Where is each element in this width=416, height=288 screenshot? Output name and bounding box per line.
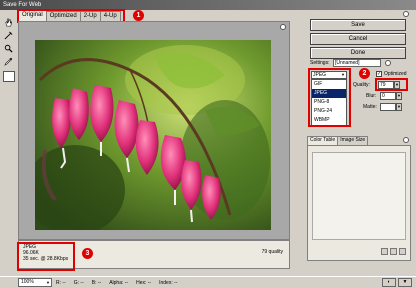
status-red: R: -- — [56, 279, 66, 286]
callout-2: 2 — [359, 68, 370, 79]
optimized-checkbox[interactable]: ✓ — [376, 71, 382, 77]
tab-image-size[interactable]: Image Size — [337, 136, 369, 145]
status-blue: B: -- — [91, 279, 102, 286]
tab-color-table[interactable]: Color Table — [307, 136, 339, 145]
color-table-new-icon[interactable] — [390, 248, 397, 255]
done-button[interactable]: Done — [310, 47, 406, 59]
status-alpha: Alpha: -- — [109, 279, 129, 286]
status-hex: Hex: -- — [136, 279, 152, 286]
status-bar: 100% R: -- G: -- B: -- Alpha: -- Hex: --… — [0, 276, 416, 288]
browser-preview-icon[interactable]: ◐ — [382, 278, 396, 287]
toolbox — [2, 16, 16, 97]
blur-slider-arrow-icon[interactable]: ▼ — [396, 92, 402, 100]
blur-field[interactable]: 0 — [380, 92, 396, 100]
eyedropper-tool-icon[interactable] — [3, 56, 14, 67]
settings-label: Settings: — [310, 60, 330, 66]
status-index: Index: -- — [159, 279, 178, 286]
eyedropper-color-swatch[interactable] — [3, 71, 15, 82]
settings-select[interactable]: [Unnamed] — [333, 59, 381, 67]
panel-tabs: Color Table Image Size — [307, 136, 369, 145]
save-button[interactable]: Save — [310, 19, 406, 31]
format-highlight-box — [308, 68, 351, 127]
preview-toggle-icon[interactable] — [3, 84, 14, 95]
zoom-select[interactable]: 100% — [18, 278, 52, 287]
color-table-controls — [312, 248, 406, 256]
matte-field[interactable] — [380, 103, 396, 111]
info-highlight-box — [17, 242, 75, 271]
info-quality: 79 quality — [261, 249, 283, 255]
quality-highlight-box — [375, 78, 408, 91]
callout-1: 1 — [133, 10, 144, 21]
cancel-button[interactable]: Cancel — [310, 33, 406, 45]
image-preview-area[interactable] — [18, 21, 290, 240]
panel-menu-arrow-icon[interactable] — [403, 137, 409, 143]
settings-menu-arrow-icon[interactable] — [385, 60, 391, 66]
callout-3: 3 — [82, 248, 93, 259]
slice-select-tool-icon[interactable] — [3, 30, 14, 41]
quality-label: Quality: — [353, 82, 370, 88]
blur-label: Blur: — [366, 93, 377, 99]
color-table-panel — [307, 145, 411, 261]
matte-menu-arrow-icon[interactable]: ▼ — [396, 103, 402, 111]
zoom-tool-icon[interactable] — [3, 43, 14, 54]
optimized-checkbox-row[interactable]: ✓ Optimized — [376, 71, 407, 77]
preview-menu-arrow-icon[interactable] — [280, 24, 286, 30]
optimized-label: Optimized — [384, 71, 407, 77]
hand-tool-icon[interactable] — [3, 17, 14, 28]
top-menu-arrow-icon[interactable] — [403, 11, 409, 17]
color-table-lock-icon[interactable] — [381, 248, 388, 255]
color-table-delete-icon[interactable] — [399, 248, 406, 255]
browser-menu-icon[interactable]: ▼ — [398, 278, 412, 287]
color-table-swatches[interactable] — [312, 152, 406, 240]
status-green: G: -- — [73, 279, 84, 286]
matte-label: Matte: — [363, 104, 377, 110]
bleeding-heart-photo — [35, 40, 271, 230]
